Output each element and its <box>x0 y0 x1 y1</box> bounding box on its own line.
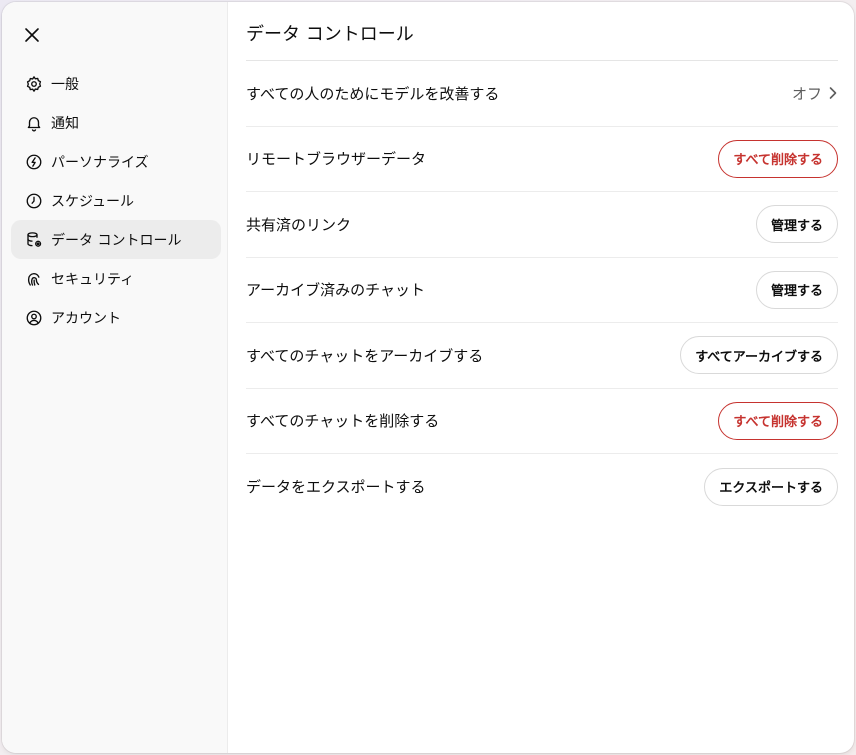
setting-label: アーカイブ済みのチャット <box>246 281 425 300</box>
settings-list: すべての人のためにモデルを改善する オフ リモートブラウザーデータ すべて削除す… <box>246 61 838 520</box>
sidebar-item-general[interactable]: 一般 <box>11 64 221 103</box>
setting-row-archived-chats: アーカイブ済みのチャット 管理する <box>246 258 838 323</box>
settings-sidebar: 一般 通知 パーソナライズ スケジュール データ コントロール セキュリティ ア… <box>2 2 228 753</box>
sidebar-item-security[interactable]: セキュリティ <box>11 259 221 298</box>
clock-icon <box>24 191 44 211</box>
setting-row-shared-links: 共有済のリンク 管理する <box>246 192 838 258</box>
sidebar-item-schedule[interactable]: スケジュール <box>11 181 221 220</box>
setting-label: 共有済のリンク <box>246 215 352 234</box>
setting-value: オフ <box>791 84 822 103</box>
sidebar-item-label: パーソナライズ <box>51 154 149 171</box>
delete-remote-browser-data-button[interactable]: すべて削除する <box>718 139 838 178</box>
setting-row-export: データをエクスポートする エクスポートする <box>246 454 838 520</box>
chevron-right-icon <box>829 87 837 100</box>
setting-label: すべてのチャットを削除する <box>246 412 440 431</box>
sidebar-item-notifications[interactable]: 通知 <box>11 103 221 142</box>
security-icon <box>24 269 44 289</box>
settings-dialog: 一般 通知 パーソナライズ スケジュール データ コントロール セキュリティ ア… <box>2 2 854 753</box>
sidebar-item-label: スケジュール <box>51 193 135 210</box>
setting-row-delete-all: すべてのチャットを削除する すべて削除する <box>246 389 838 454</box>
setting-row-improve-model: すべての人のためにモデルを改善する オフ <box>246 61 838 127</box>
setting-label: リモートブラウザーデータ <box>246 150 427 169</box>
personalize-icon <box>24 152 44 172</box>
sidebar-item-personalize[interactable]: パーソナライズ <box>11 142 221 181</box>
setting-label: データをエクスポートする <box>246 478 426 497</box>
settings-content: データ コントロール すべての人のためにモデルを改善する オフ リモートブラウザ… <box>228 2 854 753</box>
sidebar-item-account[interactable]: アカウント <box>11 298 221 337</box>
setting-row-remote-browser-data: リモートブラウザーデータ すべて削除する <box>246 127 838 192</box>
database-gear-icon <box>24 230 44 250</box>
gear-icon <box>24 74 44 94</box>
improve-model-setting-button[interactable]: オフ <box>792 83 838 104</box>
close-button[interactable] <box>18 21 46 49</box>
bell-icon <box>24 113 44 133</box>
setting-row-archive-all: すべてのチャットをアーカイブする すべてアーカイブする <box>246 323 838 389</box>
settings-nav: 一般 通知 パーソナライズ スケジュール データ コントロール セキュリティ ア… <box>11 64 221 337</box>
setting-label: すべてのチャットをアーカイブする <box>246 346 484 365</box>
close-icon <box>25 28 39 42</box>
setting-label: すべての人のためにモデルを改善する <box>246 84 500 103</box>
account-icon <box>24 308 44 328</box>
sidebar-item-label: データ コントロール <box>51 232 182 249</box>
page-title: データ コントロール <box>246 24 414 45</box>
archive-all-button[interactable]: すべてアーカイブする <box>680 336 838 375</box>
sidebar-item-label: アカウント <box>51 310 121 327</box>
sidebar-item-label: 一般 <box>51 76 79 93</box>
sidebar-item-data-controls[interactable]: データ コントロール <box>11 220 221 259</box>
sidebar-item-label: セキュリティ <box>51 271 135 288</box>
manage-shared-links-button[interactable]: 管理する <box>755 205 838 244</box>
manage-archived-chats-button[interactable]: 管理する <box>755 270 838 309</box>
export-data-button[interactable]: エクスポートする <box>704 467 838 506</box>
delete-all-chats-button[interactable]: すべて削除する <box>718 401 838 440</box>
sidebar-item-label: 通知 <box>51 115 79 132</box>
